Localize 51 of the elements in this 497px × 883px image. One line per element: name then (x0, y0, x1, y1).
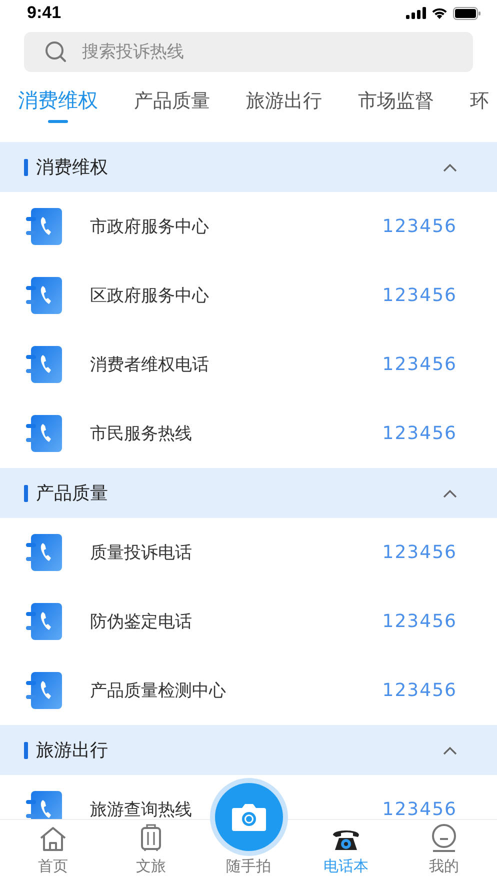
accent-bar (24, 484, 28, 502)
camera-icon (230, 802, 266, 832)
phone-book-icon (26, 346, 62, 383)
section-header[interactable]: 消费维权 (0, 142, 497, 192)
hotline-name: 消费者维权电话 (90, 354, 209, 376)
hotline-row[interactable]: 质量投诉电话 123456 (0, 518, 497, 587)
search-icon (44, 40, 68, 64)
hotline-name: 质量投诉电话 (90, 542, 192, 564)
camera-button[interactable] (214, 783, 282, 851)
nav-item[interactable]: 随手拍 (200, 855, 297, 883)
hotline-row[interactable]: 产品质量检测中心 123456 (0, 656, 497, 725)
section-header[interactable]: 产品质量 (0, 468, 497, 518)
signal-icon (406, 7, 426, 19)
phone-book-icon (26, 603, 62, 640)
accent-bar (24, 742, 28, 758)
hotline-row[interactable]: 市民服务热线 123456 (0, 399, 497, 468)
phone-book-icon (26, 415, 62, 452)
phone-book-icon (26, 208, 62, 245)
phone-book-icon (26, 534, 62, 571)
status-time: 9:41 (27, 3, 62, 23)
battery-icon (453, 6, 481, 20)
suitcase-icon (140, 824, 162, 852)
hotline-row[interactable]: 区政府服务中心 123456 (0, 261, 497, 330)
search-field[interactable]: 搜索投诉热线 (24, 32, 473, 72)
hotline-name: 区政府服务中心 (90, 285, 209, 307)
section-title: 产品质量 (36, 482, 109, 505)
hotline-name: 市政府服务中心 (90, 216, 209, 238)
nav-item[interactable]: 我的 (395, 820, 493, 883)
phone-book-icon (26, 672, 62, 709)
wifi-icon (431, 7, 448, 19)
section-header[interactable]: 旅游出行 (0, 725, 497, 775)
hotline-row[interactable]: 消费者维权电话 123456 (0, 330, 497, 399)
hotline-row[interactable]: 防伪鉴定电话 123456 (0, 587, 497, 656)
category-tab[interactable]: 市场监督 (358, 72, 434, 126)
hotline-name: 产品质量检测中心 (90, 680, 226, 702)
category-tab[interactable]: 旅游出行 (246, 72, 322, 126)
nav-item[interactable]: 文旅 (102, 820, 200, 883)
hotline-name: 市民服务热线 (90, 423, 192, 445)
hotline-name: 防伪鉴定电话 (90, 611, 192, 633)
phone-book-icon (26, 277, 62, 314)
category-tab[interactable]: 环 (470, 72, 489, 126)
accent-bar (24, 158, 28, 176)
section-title: 旅游出行 (36, 739, 109, 762)
tab-underline (48, 120, 68, 123)
smiley-icon (430, 824, 458, 852)
hotline-row[interactable]: 市政府服务中心 123456 (0, 192, 497, 261)
nav-item[interactable]: 首页 (4, 820, 102, 883)
section-title: 消费维权 (36, 156, 109, 179)
category-tab[interactable]: 产品质量 (134, 72, 210, 126)
hotline-name: 旅游查询热线 (90, 799, 192, 819)
home-icon (39, 826, 67, 852)
